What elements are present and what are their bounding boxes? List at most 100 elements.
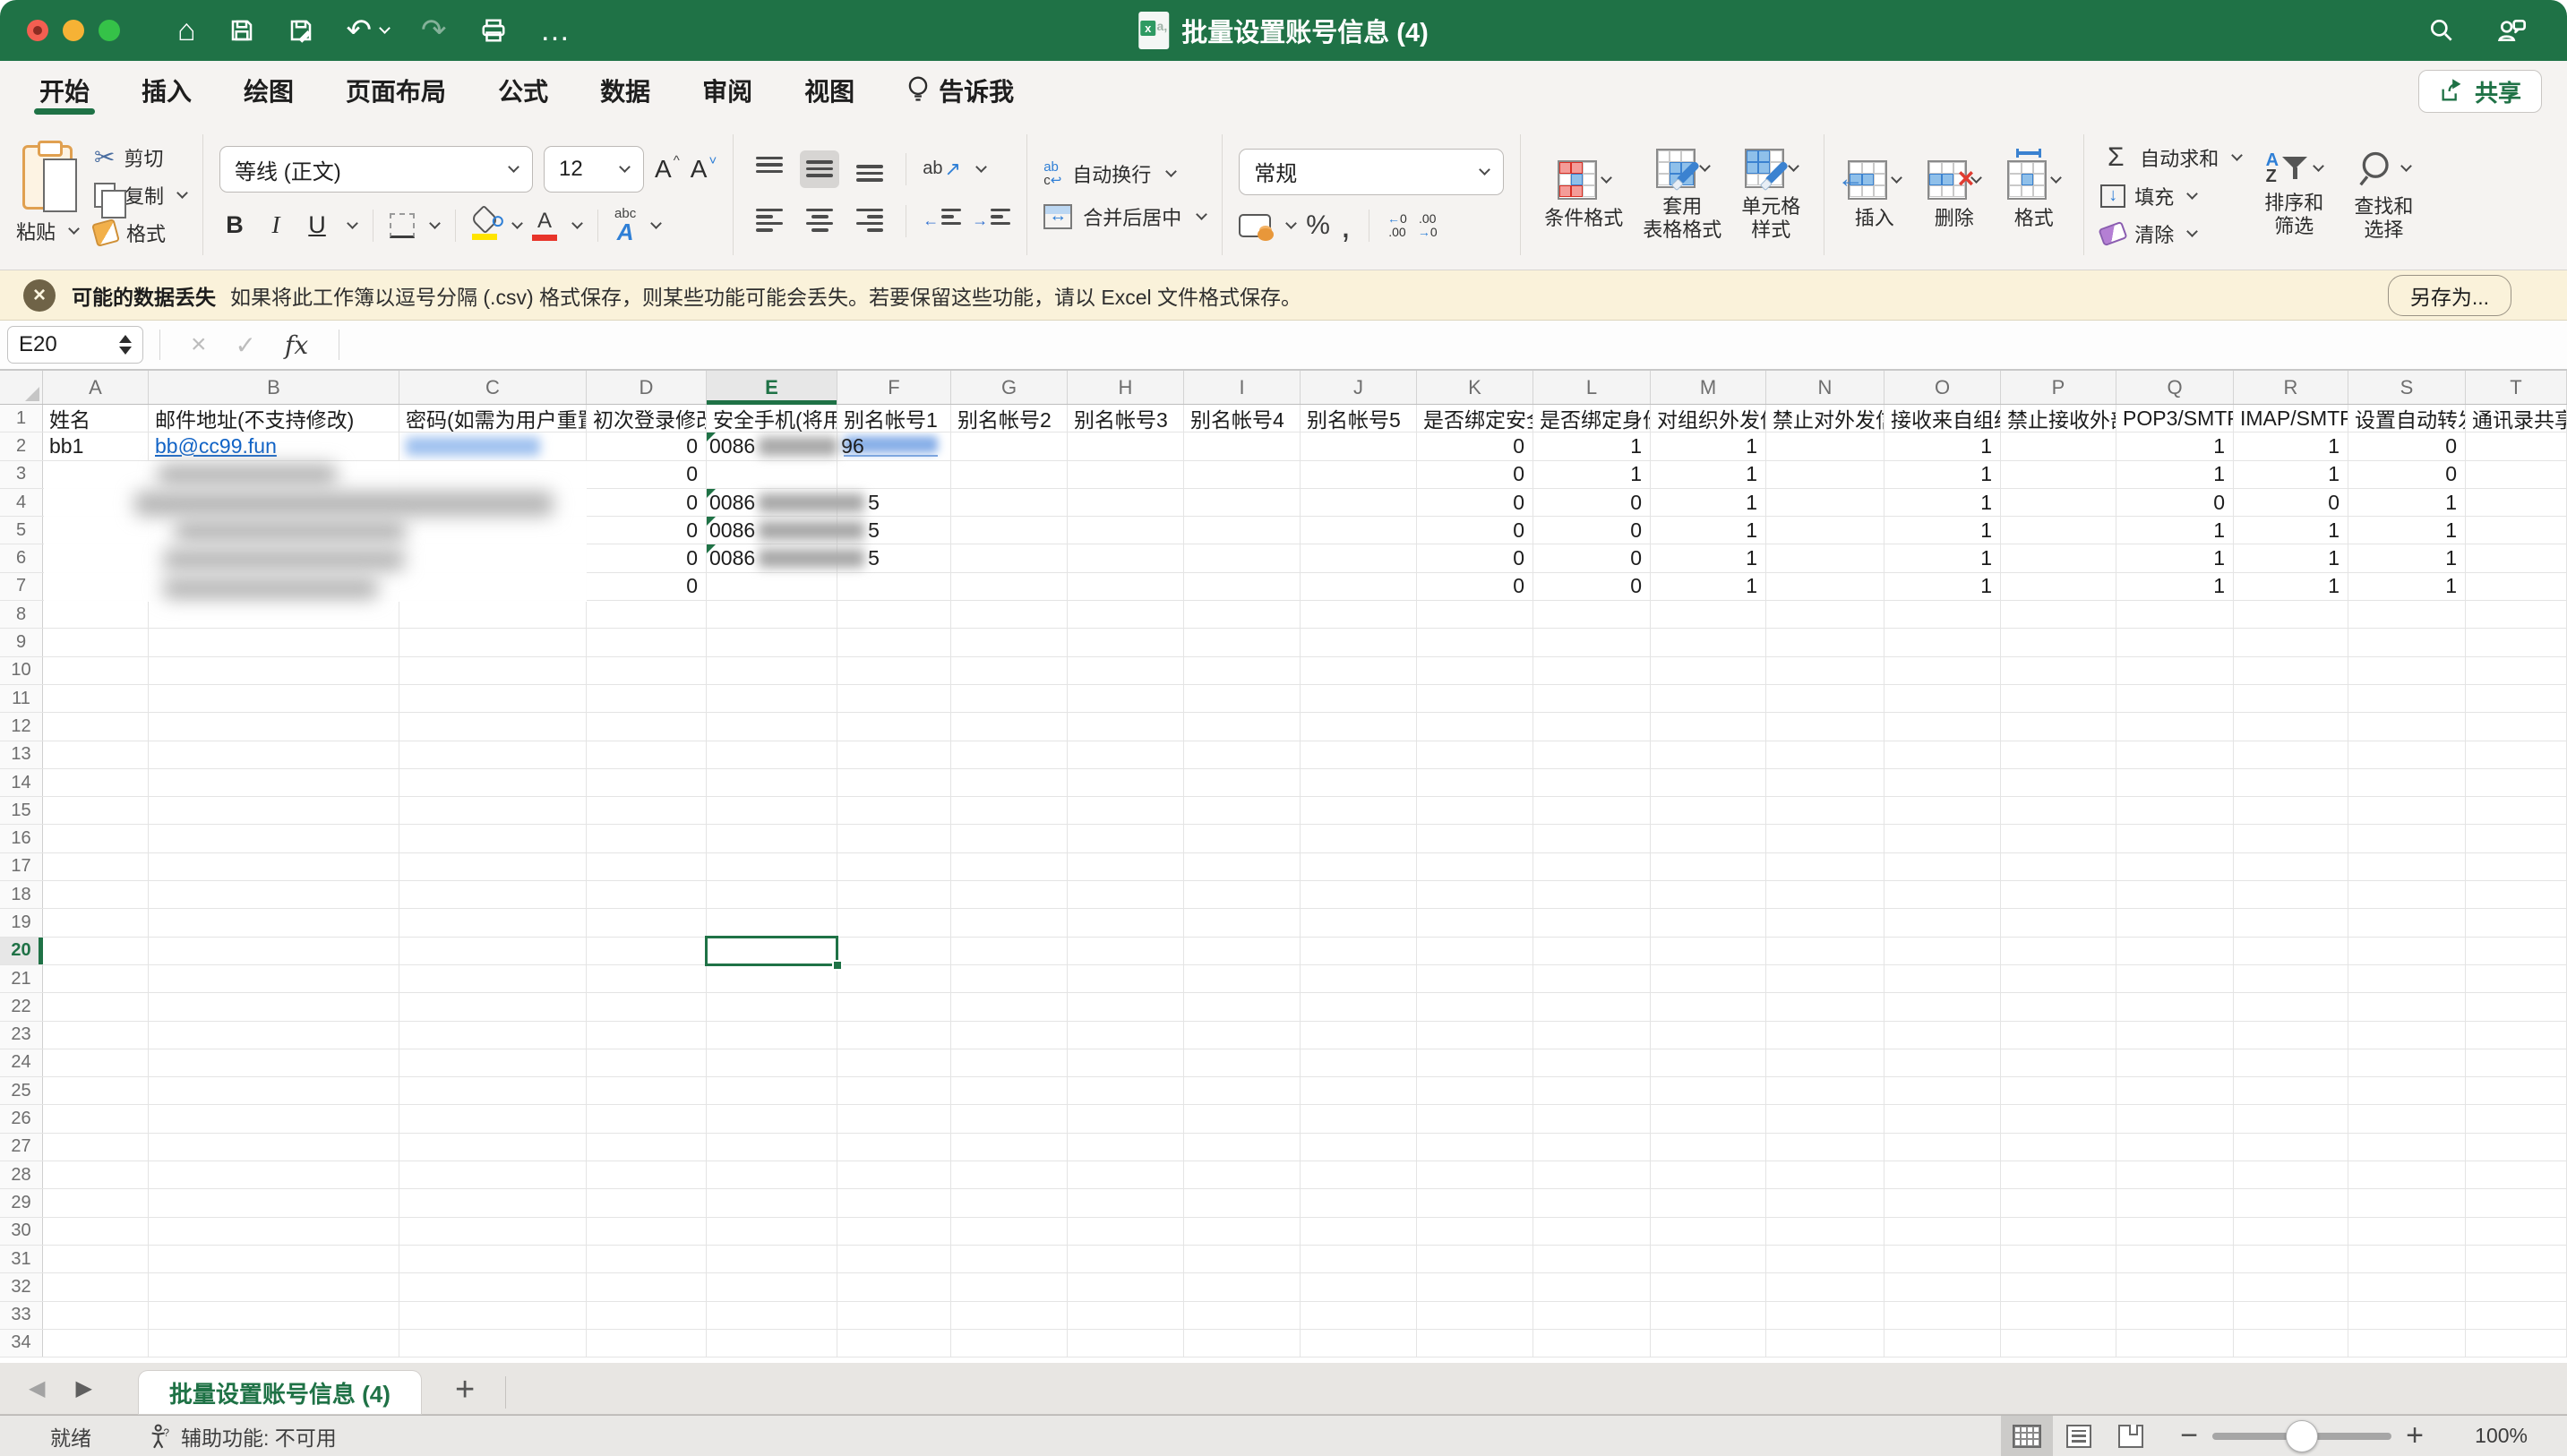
cell-O21[interactable]	[1884, 965, 2001, 992]
cell-L12[interactable]	[1533, 713, 1651, 740]
cell-D10[interactable]	[587, 657, 707, 684]
cell-C11[interactable]	[399, 685, 587, 712]
cell-I1[interactable]: 别名帐号4	[1184, 405, 1301, 432]
cell-G30[interactable]	[951, 1218, 1068, 1245]
cell-H18[interactable]	[1068, 881, 1184, 908]
cell-P12[interactable]	[2001, 713, 2116, 740]
cell-O25[interactable]	[1884, 1077, 2001, 1104]
cell-S23[interactable]	[2348, 1022, 2466, 1049]
cell-H20[interactable]	[1068, 938, 1184, 964]
cell-Q11[interactable]	[2116, 685, 2234, 712]
format-painter-button[interactable]: 格式	[94, 218, 186, 247]
cell-C23[interactable]	[399, 1022, 587, 1049]
cell-L22[interactable]	[1533, 993, 1651, 1020]
cell-G10[interactable]	[951, 657, 1068, 684]
cell-H21[interactable]	[1068, 965, 1184, 992]
cell-I21[interactable]	[1184, 965, 1301, 992]
cell-F34[interactable]	[837, 1330, 951, 1357]
cell-A27[interactable]	[43, 1134, 149, 1161]
cell-L23[interactable]	[1533, 1022, 1651, 1049]
cell-H8[interactable]	[1068, 601, 1184, 628]
cell-G31[interactable]	[951, 1246, 1068, 1272]
wrap-text-button[interactable]: abc↩ 自动换行	[1043, 159, 1206, 188]
cell-L33[interactable]	[1533, 1302, 1651, 1329]
cell-Q8[interactable]	[2116, 601, 2234, 628]
cell-J15[interactable]	[1301, 797, 1417, 824]
cell-P2[interactable]	[2001, 433, 2116, 459]
cell-C10[interactable]	[399, 657, 587, 684]
cell-O11[interactable]	[1884, 685, 2001, 712]
cell-H28[interactable]	[1068, 1161, 1184, 1188]
tab-home[interactable]: 开始	[39, 61, 90, 120]
cell-I34[interactable]	[1184, 1330, 1301, 1357]
cell-P19[interactable]	[2001, 909, 2116, 936]
cell-A15[interactable]	[43, 797, 149, 824]
cell-M5[interactable]: 1	[1651, 517, 1766, 544]
cell-C12[interactable]	[399, 713, 587, 740]
cell-G9[interactable]	[951, 629, 1068, 655]
cell-B1[interactable]: 邮件地址(不支持修改)	[149, 405, 399, 432]
cell-C2[interactable]	[399, 433, 587, 459]
cell-Q30[interactable]	[2116, 1218, 2234, 1245]
cell-N9[interactable]	[1766, 629, 1884, 655]
cell-N14[interactable]	[1766, 769, 1884, 796]
text-effects-dropdown-chevron[interactable]	[650, 218, 662, 229]
cell-G2[interactable]	[951, 433, 1068, 459]
font-name-select[interactable]: 等线 (正文)	[219, 146, 533, 193]
cell-J31[interactable]	[1301, 1246, 1417, 1272]
cell-Q17[interactable]	[2116, 853, 2234, 880]
cell-B14[interactable]	[149, 769, 399, 796]
cell-R16[interactable]	[2234, 825, 2348, 852]
cell-P23[interactable]	[2001, 1022, 2116, 1049]
cell-T32[interactable]	[2466, 1273, 2567, 1300]
cell-R29[interactable]	[2234, 1189, 2348, 1216]
cell-N20[interactable]	[1766, 938, 1884, 964]
cell-A16[interactable]	[43, 825, 149, 852]
column-header-G[interactable]: G	[951, 371, 1068, 404]
cell-O3[interactable]: 1	[1884, 461, 2001, 488]
cell-S6[interactable]: 1	[2348, 544, 2466, 571]
cell-S15[interactable]	[2348, 797, 2466, 824]
column-header-F[interactable]: F	[837, 371, 951, 404]
cell-J1[interactable]: 别名帐号5	[1301, 405, 1417, 432]
increase-font-size-button[interactable]: A^	[655, 155, 680, 184]
cell-N23[interactable]	[1766, 1022, 1884, 1049]
cell-N19[interactable]	[1766, 909, 1884, 936]
insert-function-icon[interactable]: fx	[285, 330, 308, 360]
cell-C19[interactable]	[399, 909, 587, 936]
cell-J17[interactable]	[1301, 853, 1417, 880]
cell-E3[interactable]	[707, 461, 837, 488]
cell-G6[interactable]	[951, 544, 1068, 571]
cell-A22[interactable]	[43, 993, 149, 1020]
cell-M3[interactable]: 1	[1651, 461, 1766, 488]
cell-F10[interactable]	[837, 657, 951, 684]
cell-C27[interactable]	[399, 1134, 587, 1161]
cell-S22[interactable]	[2348, 993, 2466, 1020]
cell-I30[interactable]	[1184, 1218, 1301, 1245]
cell-I25[interactable]	[1184, 1077, 1301, 1104]
cell-L2[interactable]: 1	[1533, 433, 1651, 459]
cell-L19[interactable]	[1533, 909, 1651, 936]
cell-K8[interactable]	[1417, 601, 1533, 628]
row-header-17[interactable]: 17	[0, 853, 43, 880]
cell-O16[interactable]	[1884, 825, 2001, 852]
cell-G5[interactable]	[951, 517, 1068, 544]
cell-R32[interactable]	[2234, 1273, 2348, 1300]
cell-D30[interactable]	[587, 1218, 707, 1245]
cell-R26[interactable]	[2234, 1105, 2348, 1132]
column-header-B[interactable]: B	[149, 371, 399, 404]
format-as-table-button[interactable]: 套用表格格式	[1635, 120, 1729, 270]
cell-N7[interactable]	[1766, 573, 1884, 600]
cell-S31[interactable]	[2348, 1246, 2466, 1272]
cell-J14[interactable]	[1301, 769, 1417, 796]
cell-F12[interactable]	[837, 713, 951, 740]
paste-dropdown-chevron[interactable]	[68, 223, 80, 235]
cell-J4[interactable]	[1301, 489, 1417, 516]
column-header-E[interactable]: E	[707, 371, 837, 404]
cell-L1[interactable]: 是否绑定身份	[1533, 405, 1651, 432]
cell-N2[interactable]	[1766, 433, 1884, 459]
confirm-entry-icon[interactable]: ✓	[236, 330, 256, 360]
cell-T25[interactable]	[2466, 1077, 2567, 1104]
cell-K33[interactable]	[1417, 1302, 1533, 1329]
page-layout-view-button[interactable]	[2053, 1416, 2105, 1456]
